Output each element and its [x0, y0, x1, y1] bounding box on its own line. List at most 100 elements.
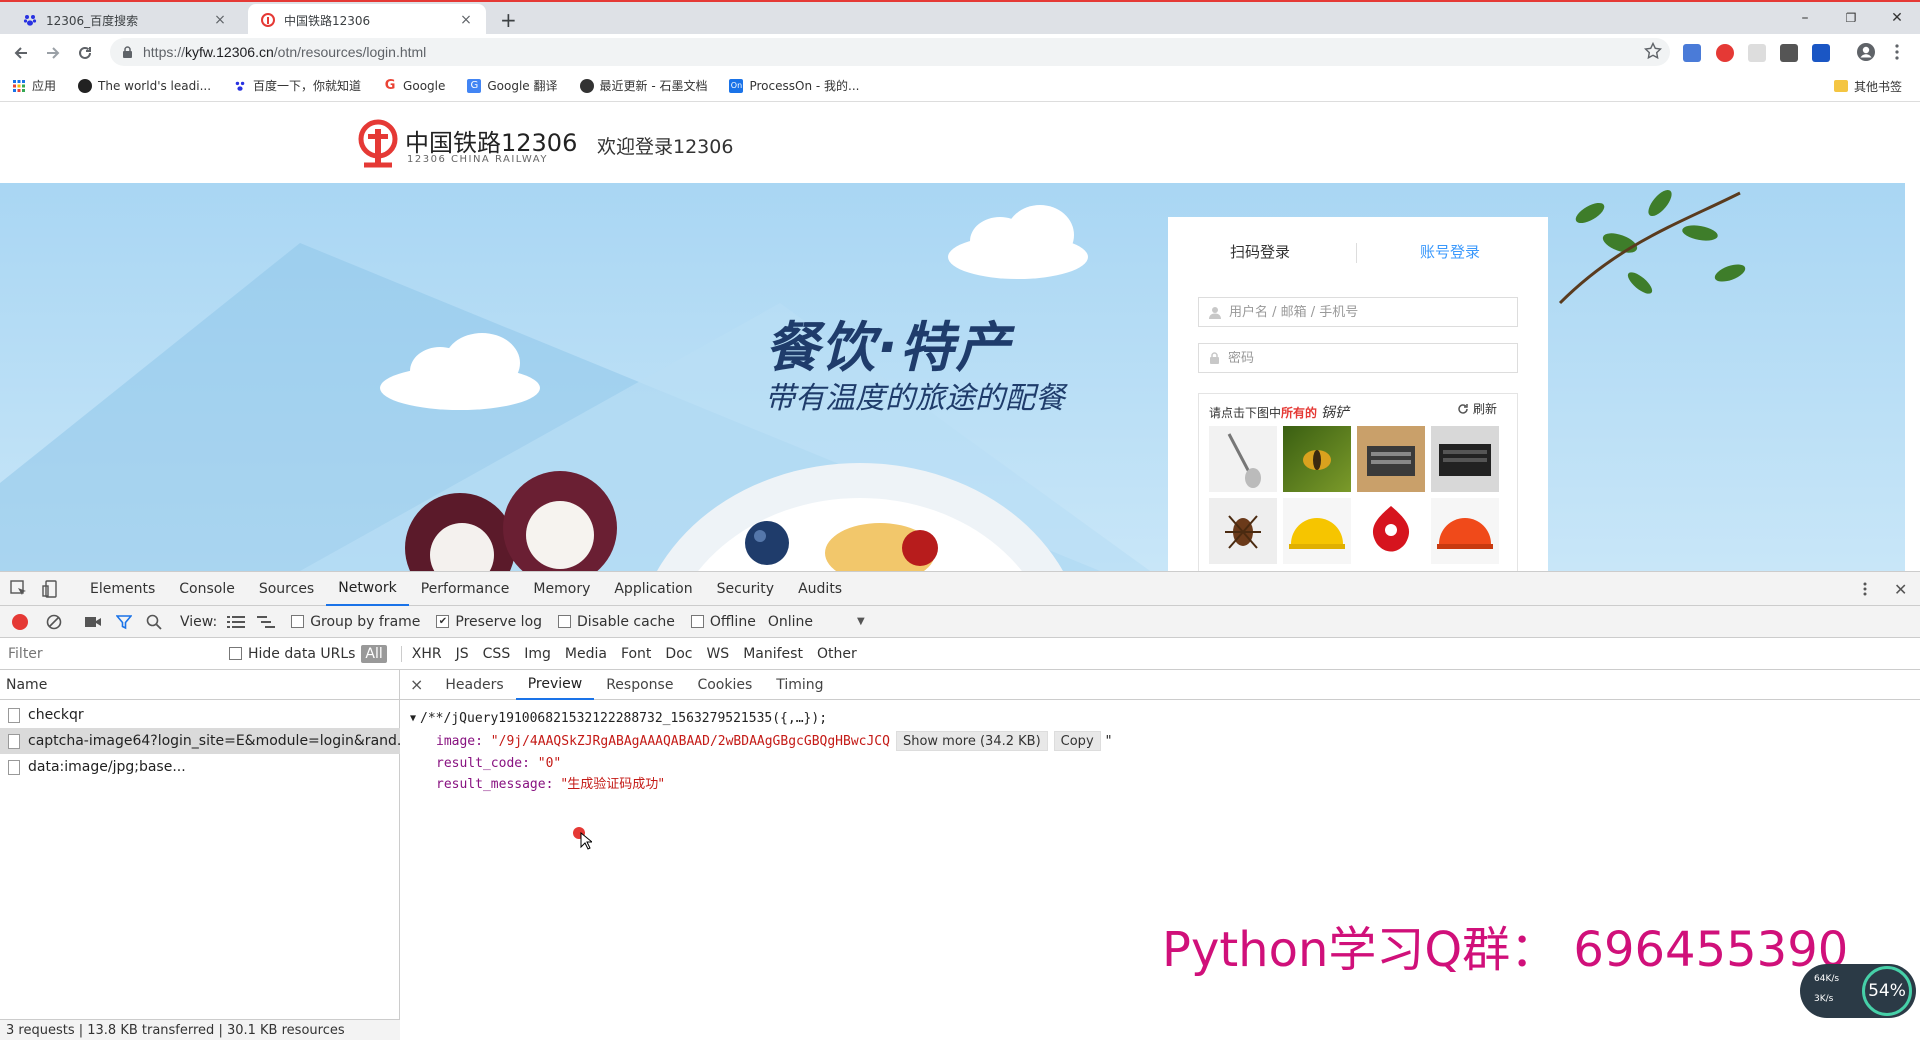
restore-button[interactable]: ❐: [1828, 6, 1874, 30]
new-tab-button[interactable]: +: [500, 8, 517, 32]
password-input[interactable]: [1228, 350, 1508, 366]
captcha-tile-helmet-orange[interactable]: [1431, 498, 1499, 564]
tab-baidu[interactable]: 12306_百度搜索 ×: [10, 4, 240, 36]
devtools-tab-console[interactable]: Console: [167, 572, 247, 606]
large-rows-icon[interactable]: [227, 615, 246, 629]
detail-tab-timing[interactable]: Timing: [764, 670, 835, 700]
minimize-button[interactable]: –: [1782, 6, 1828, 30]
filter-type-font[interactable]: Font: [621, 646, 651, 662]
captcha-tile-typewriter-2[interactable]: [1431, 426, 1499, 492]
devtools-tab-memory[interactable]: Memory: [521, 572, 602, 606]
name-column-header[interactable]: Name: [0, 670, 400, 700]
filter-type-ws[interactable]: WS: [706, 646, 729, 662]
group-by-frame-checkbox[interactable]: Group by frame: [291, 614, 420, 630]
waterfall-icon[interactable]: [257, 615, 276, 629]
captcha-tile-spatula[interactable]: [1209, 426, 1277, 492]
forward-icon[interactable]: [40, 40, 66, 66]
devtools-tab-elements[interactable]: Elements: [78, 572, 167, 606]
tab-close-icon[interactable]: ×: [458, 12, 474, 28]
back-icon[interactable]: [8, 40, 34, 66]
devtools-tab-application[interactable]: Application: [602, 572, 704, 606]
filter-funnel-icon[interactable]: [116, 614, 132, 630]
lock-icon: [1209, 351, 1220, 365]
record-icon[interactable]: [12, 613, 28, 630]
devtools-tab-sources[interactable]: Sources: [247, 572, 326, 606]
bookmark-other-folder[interactable]: 其他书签: [1834, 70, 1902, 102]
copy-button[interactable]: Copy: [1053, 731, 1101, 751]
preview-root-line[interactable]: ▼ /**/jQuery19100682153212228873​2_15632…: [410, 708, 1112, 729]
username-input[interactable]: [1229, 304, 1509, 320]
detail-tab-response[interactable]: Response: [594, 670, 685, 700]
opera-extension-icon[interactable]: [1716, 44, 1734, 62]
bookmark-processon[interactable]: On ProcessOn - 我的...: [729, 77, 859, 94]
filter-type-doc[interactable]: Doc: [665, 646, 692, 662]
cube-extension-icon[interactable]: [1780, 44, 1798, 62]
filter-type-css[interactable]: CSS: [483, 646, 511, 662]
clear-icon[interactable]: [46, 614, 62, 630]
filter-type-media[interactable]: Media: [565, 646, 607, 662]
search-icon[interactable]: [146, 614, 162, 630]
filter-input[interactable]: [4, 641, 209, 666]
filter-type-other[interactable]: Other: [817, 646, 857, 662]
screenshot-camera-icon[interactable]: [84, 615, 102, 629]
throttling-select[interactable]: Online: [768, 614, 813, 630]
bookmark-apps[interactable]: 应用: [12, 77, 56, 94]
menu-kebab-icon[interactable]: [1894, 42, 1900, 62]
captcha-tile-typewriter[interactable]: [1357, 426, 1425, 492]
captcha-tile-insect[interactable]: [1209, 498, 1277, 564]
filter-type-js[interactable]: JS: [456, 646, 469, 662]
star-bookmark-icon[interactable]: [1644, 42, 1662, 60]
password-field[interactable]: [1198, 343, 1518, 373]
devtools-close-icon[interactable]: ✕: [1894, 580, 1907, 599]
captcha-tile-paper-cut[interactable]: [1357, 498, 1425, 564]
username-field[interactable]: [1198, 297, 1518, 327]
request-row-selected[interactable]: captcha-image64?login_site=E&module=logi…: [0, 728, 400, 754]
tab-account-login[interactable]: 账号登录: [1420, 241, 1480, 262]
bookmark-google-translate[interactable]: G Google 翻译: [467, 77, 558, 94]
tab-qr-login[interactable]: 扫码登录: [1230, 241, 1290, 262]
window-close-button[interactable]: ✕: [1874, 6, 1920, 30]
devtools-tab-security[interactable]: Security: [705, 572, 787, 606]
inspect-element-icon[interactable]: [10, 579, 32, 598]
filter-type-all[interactable]: All: [361, 644, 387, 663]
chevron-down-icon[interactable]: ▼: [857, 616, 865, 627]
devtools-tab-audits[interactable]: Audits: [786, 572, 854, 606]
detail-tab-preview[interactable]: Preview: [515, 670, 595, 700]
promo-banner: 餐饮·特产 带有温度的旅途的配餐: [0, 183, 1905, 571]
address-bar[interactable]: https://kyfw.12306.cn/otn/resources/logi…: [110, 38, 1670, 66]
translate-extension-icon[interactable]: [1683, 44, 1701, 62]
bookmark-baidu[interactable]: 百度一下，你就知道: [233, 77, 361, 94]
request-row[interactable]: checkqr: [0, 702, 400, 728]
detail-close-icon[interactable]: ×: [400, 675, 433, 694]
request-row[interactable]: data:image/jpg;base...: [0, 754, 400, 780]
extension-icon[interactable]: [1748, 44, 1766, 62]
filter-type-manifest[interactable]: Manifest: [743, 646, 803, 662]
disable-cache-checkbox[interactable]: Disable cache: [558, 614, 675, 630]
device-toolbar-icon[interactable]: [42, 579, 64, 598]
captcha-tile-helmet-yellow[interactable]: [1283, 498, 1351, 564]
captcha-refresh-button[interactable]: 刷新: [1457, 400, 1497, 417]
expand-triangle-icon[interactable]: ▼: [410, 708, 416, 729]
offline-checkbox[interactable]: Offline: [690, 614, 756, 630]
checkbox-icon: [558, 615, 572, 628]
bookmark-shimo[interactable]: 最近更新 - 石墨文档: [579, 77, 707, 94]
bookmark-github[interactable]: The world's leadi...: [78, 78, 211, 93]
reload-icon[interactable]: [72, 40, 98, 66]
tab-12306[interactable]: 中国铁路12306 ×: [248, 4, 486, 36]
profile-avatar-icon[interactable]: [1856, 42, 1876, 62]
detail-tab-headers[interactable]: Headers: [433, 670, 515, 700]
tab-close-icon[interactable]: ×: [212, 12, 228, 28]
preserve-log-checkbox[interactable]: ✔ Preserve log: [436, 614, 542, 630]
tab-title: 12306_百度搜索: [46, 13, 139, 28]
filter-type-xhr[interactable]: XHR: [412, 646, 442, 662]
filter-type-img[interactable]: Img: [524, 646, 551, 662]
devtools-tab-performance[interactable]: Performance: [409, 572, 522, 606]
detail-tab-cookies[interactable]: Cookies: [685, 670, 764, 700]
hide-data-urls-checkbox[interactable]: Hide data URLs: [229, 646, 355, 662]
devtools-menu-icon[interactable]: [1862, 581, 1868, 597]
devtools-tab-network[interactable]: Network: [326, 572, 409, 606]
bookmark-google[interactable]: G Google: [383, 78, 446, 93]
show-more-button[interactable]: Show more (34.2 KB): [895, 731, 1048, 751]
captcha-tile-bee[interactable]: [1283, 426, 1351, 492]
vue-extension-icon[interactable]: [1812, 44, 1830, 62]
